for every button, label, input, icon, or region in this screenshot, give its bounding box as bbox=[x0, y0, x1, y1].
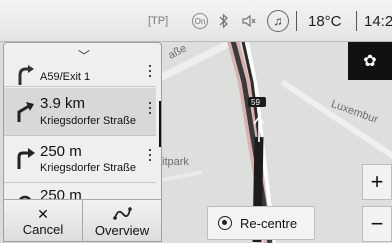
temperature: 18°C bbox=[308, 12, 342, 30]
route-list-item[interactable]: 3.9 km Kriegsdorfer Straße bbox=[4, 88, 156, 136]
cancel-button[interactable]: ✕ Cancel bbox=[4, 199, 83, 241]
divider bbox=[356, 11, 357, 31]
turn-right-icon bbox=[17, 148, 35, 169]
divider bbox=[296, 11, 297, 31]
volume-muted-icon bbox=[242, 0, 256, 42]
route-street: Kriegsdorfer Straße bbox=[40, 162, 136, 174]
bluetooth-icon bbox=[219, 0, 229, 42]
cancel-label: Cancel bbox=[22, 221, 64, 237]
settings-gear-button[interactable]: ✿ bbox=[348, 42, 392, 80]
more-options-icon[interactable] bbox=[149, 149, 152, 164]
clock: 14:22 bbox=[364, 12, 392, 30]
status-bar: [TP] On ♫ 18°C 14:22 bbox=[0, 0, 392, 42]
route-distance: 250 m bbox=[40, 143, 82, 160]
more-options-icon[interactable] bbox=[149, 102, 152, 117]
music-note-icon[interactable]: ♫ bbox=[267, 10, 289, 32]
route-overview-icon bbox=[112, 206, 132, 223]
route-list-panel: ﹀ A59/Exit 1 3.9 km Kriegsdorfer Straße … bbox=[3, 42, 162, 242]
navigation-screen: [TP] On ♫ 18°C 14:22 aße 59 bbox=[0, 0, 392, 243]
overview-label: Overview bbox=[94, 222, 150, 238]
route-distance: 3.9 km bbox=[40, 95, 86, 112]
map-place-label: itpark bbox=[162, 156, 189, 168]
crosshair-icon bbox=[218, 216, 232, 230]
panel-action-bar: ✕ Cancel Overview bbox=[4, 199, 161, 241]
recentre-button[interactable]: Re-centre bbox=[207, 206, 315, 240]
onstar-icon: On bbox=[192, 13, 208, 29]
route-list-item[interactable]: 250 m Kriegsdorfer Straße bbox=[4, 137, 156, 183]
overview-button[interactable]: Overview bbox=[83, 199, 161, 241]
bear-right-icon bbox=[17, 102, 34, 122]
recentre-label: Re-centre bbox=[240, 215, 298, 231]
keep-left-icon bbox=[18, 65, 34, 85]
route-list-item[interactable]: A59/Exit 1 bbox=[4, 59, 156, 87]
zoom-in-button[interactable]: + bbox=[362, 164, 392, 200]
zoom-out-button[interactable]: − bbox=[362, 206, 392, 242]
route-street: A59/Exit 1 bbox=[40, 71, 91, 83]
traffic-program-indicator: [TP] bbox=[148, 15, 169, 27]
close-icon: ✕ bbox=[37, 205, 49, 222]
gear-icon: ✿ bbox=[363, 53, 377, 70]
route-street: Kriegsdorfer Straße bbox=[40, 115, 136, 127]
scrollbar[interactable] bbox=[159, 101, 161, 147]
more-options-icon[interactable] bbox=[149, 65, 152, 80]
road-number-label: 59 bbox=[251, 98, 260, 107]
